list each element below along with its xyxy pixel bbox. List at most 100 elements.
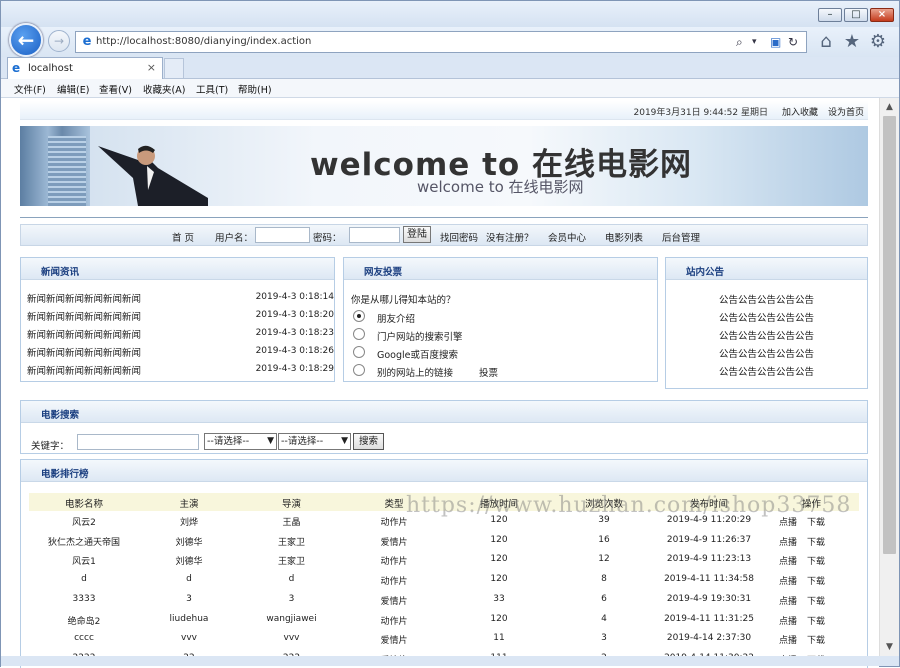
forward-button[interactable]: → — [48, 30, 70, 52]
category-select[interactable]: --请选择-- ▼ — [278, 433, 351, 450]
table-row: 狄仁杰之通天帝国 刘德华 王家卫 爱情片 120 16 2019-4-9 11:26:37 点… — [29, 535, 859, 553]
keyword-input[interactable] — [77, 434, 199, 450]
table-cell: 王家卫 — [277, 537, 305, 548]
table-cell: d — [81, 574, 87, 585]
notice-item[interactable]: 公告公告公告公告公告 — [719, 364, 814, 378]
divider — [20, 217, 868, 218]
login-button[interactable]: 登陆 — [403, 226, 431, 243]
play-link[interactable]: 点播 — [779, 535, 797, 548]
nav-home[interactable]: 首 页 — [172, 230, 194, 244]
notice-item[interactable]: 公告公告公告公告公告 — [719, 310, 814, 324]
movie-list-link[interactable]: 电影列表 — [605, 230, 643, 244]
poll-radio-3[interactable] — [353, 346, 365, 358]
table-cell: 风云2 — [72, 518, 96, 528]
table-cell: 爱情片 — [380, 537, 408, 548]
news-item[interactable]: 新闻新闻新闻新闻新闻新闻 2019-4-3 0:18:14 — [21, 291, 334, 307]
menu-favorites[interactable]: 收藏夹(A) — [143, 82, 185, 96]
table-cell: 动作片 — [380, 577, 408, 588]
table-cell: 动作片 — [380, 557, 408, 568]
download-link[interactable]: 下载 — [807, 633, 825, 646]
add-favorite-link[interactable]: 加入收藏 — [782, 105, 818, 118]
search-title: 电影搜索 — [41, 410, 80, 421]
download-link[interactable]: 下载 — [807, 614, 825, 627]
scroll-thumb[interactable] — [883, 116, 896, 554]
download-link[interactable]: 下载 — [807, 535, 825, 548]
category-select-value: --请选择-- — [281, 436, 324, 447]
set-homepage-link[interactable]: 设为首页 — [828, 105, 864, 118]
poll-radio-1[interactable] — [353, 310, 365, 322]
table-cell: 33 — [493, 593, 505, 604]
menu-file[interactable]: 文件(F) — [14, 82, 46, 96]
refresh-icon[interactable]: ↻ — [788, 35, 798, 49]
news-item[interactable]: 新闻新闻新闻新闻新闻新闻 2019-4-3 0:18:20 — [21, 309, 334, 325]
play-link[interactable]: 点播 — [779, 554, 797, 567]
username-input[interactable] — [255, 227, 310, 243]
table-cell: 爱情片 — [380, 596, 408, 607]
scroll-down-icon[interactable]: ▼ — [880, 638, 899, 656]
play-link[interactable]: 点播 — [779, 594, 797, 607]
tab-close-icon[interactable]: × — [147, 61, 156, 74]
play-link[interactable]: 点播 — [779, 574, 797, 587]
forgot-password-link[interactable]: 找回密码 — [440, 230, 478, 244]
search-icon[interactable]: ⌕ — [736, 35, 743, 49]
dropdown-icon[interactable]: ▾ — [752, 35, 757, 49]
table-cell: 11 — [493, 633, 505, 644]
menu-view[interactable]: 查看(V) — [99, 82, 132, 96]
notice-item[interactable]: 公告公告公告公告公告 — [719, 328, 814, 342]
menu-help[interactable]: 帮助(H) — [238, 82, 272, 96]
register-link[interactable]: 没有注册？ — [486, 230, 534, 244]
table-cell: 绝命岛2 — [67, 616, 101, 627]
menu-bar: 文件(F) 编辑(E) 查看(V) 收藏夹(A) 工具(T) 帮助(H) — [1, 79, 899, 98]
favorites-star-icon[interactable]: ★ — [841, 31, 863, 53]
minimize-button[interactable]: – — [818, 8, 842, 22]
maximize-icon: □ — [851, 9, 861, 20]
table-cell: 王晶 — [282, 518, 301, 528]
ie-tab-icon: e — [12, 61, 21, 75]
poll-panel-header: 网友投票 — [344, 258, 657, 280]
ie-page-icon: e — [82, 34, 92, 49]
top-info-bar: 2019年3月31日 9:44:52 星期日 加入收藏 设为首页 — [20, 101, 868, 120]
news-item[interactable]: 新闻新闻新闻新闻新闻新闻 2019-4-3 0:18:23 — [21, 327, 334, 343]
download-link[interactable]: 下载 — [807, 554, 825, 567]
download-link[interactable]: 下载 — [807, 574, 825, 587]
type-select[interactable]: --请选择-- ▼ — [204, 433, 277, 450]
admin-link[interactable]: 后台管理 — [662, 230, 700, 244]
vertical-scrollbar[interactable]: ▲ ▼ — [879, 98, 899, 656]
tab-localhost[interactable]: e localhost × — [7, 57, 163, 79]
ranking-panel-header: 电影排行榜 — [21, 460, 867, 482]
new-tab-button[interactable] — [164, 58, 184, 78]
member-center-link[interactable]: 会员中心 — [548, 230, 586, 244]
menu-tools[interactable]: 工具(T) — [196, 82, 228, 96]
notice-item[interactable]: 公告公告公告公告公告 — [719, 346, 814, 360]
password-input[interactable] — [349, 227, 400, 243]
table-cell: 2019-4-9 11:26:37 — [666, 534, 752, 545]
menu-edit[interactable]: 编辑(E) — [57, 82, 89, 96]
gear-icon[interactable]: ⚙ — [867, 31, 889, 53]
notice-item[interactable]: 公告公告公告公告公告 — [719, 292, 814, 306]
play-link[interactable]: 点播 — [779, 633, 797, 646]
compat-view-icon[interactable]: ▣ — [770, 35, 781, 49]
url-text[interactable]: http://localhost:8080/dianying/index.act… — [96, 36, 311, 47]
table-cell: cccc — [74, 633, 94, 644]
table-cell: 3 — [288, 593, 295, 604]
poll-option-4: 别的网站上的链接 — [377, 368, 454, 379]
maximize-button[interactable]: □ — [844, 8, 868, 22]
download-link[interactable]: 下载 — [807, 594, 825, 607]
news-item[interactable]: 新闻新闻新闻新闻新闻新闻 2019-4-3 0:18:29 — [21, 363, 334, 379]
table-cell: 2019-4-11 11:31:25 — [664, 613, 754, 624]
address-bar[interactable]: e http://localhost:8080/dianying/index.a… — [75, 31, 807, 53]
search-button[interactable]: 搜索 — [353, 433, 384, 450]
search-panel-header: 电影搜索 — [21, 401, 867, 423]
back-button[interactable]: ← — [9, 23, 43, 57]
table-cell: d — [288, 574, 295, 585]
poll-radio-4[interactable] — [353, 364, 365, 376]
scroll-up-icon[interactable]: ▲ — [880, 98, 899, 116]
chevron-down-icon: ▼ — [267, 436, 274, 446]
table-cell: 爱情片 — [380, 636, 408, 647]
news-item[interactable]: 新闻新闻新闻新闻新闻新闻 2019-4-3 0:18:26 — [21, 345, 334, 361]
close-window-button[interactable]: × — [870, 8, 894, 22]
poll-radio-2[interactable] — [353, 328, 365, 340]
play-link[interactable]: 点播 — [779, 614, 797, 627]
home-icon[interactable]: ⌂ — [815, 31, 837, 53]
vote-link[interactable]: 投票 — [479, 365, 498, 379]
